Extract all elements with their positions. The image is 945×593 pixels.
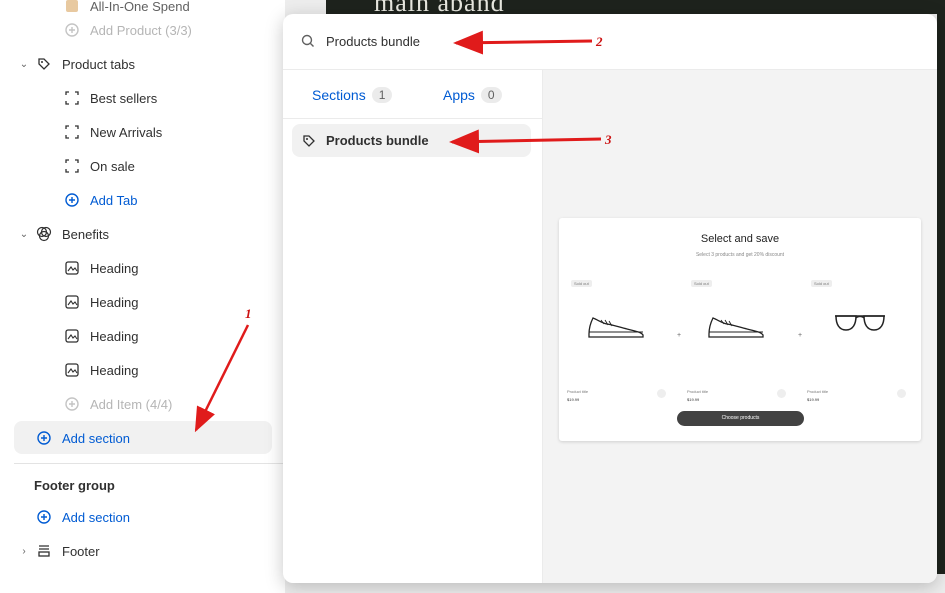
annotation-number: 1 [245, 306, 252, 321]
annotation-arrow-2: 2 [453, 30, 603, 55]
annotation-number: 3 [604, 132, 612, 147]
annotation-number: 2 [595, 34, 603, 49]
annotation-arrow-1: 1 [194, 306, 252, 433]
annotation-overlay: 1 2 3 [194, 30, 612, 433]
annotation-arrow-3: 3 [449, 129, 612, 154]
